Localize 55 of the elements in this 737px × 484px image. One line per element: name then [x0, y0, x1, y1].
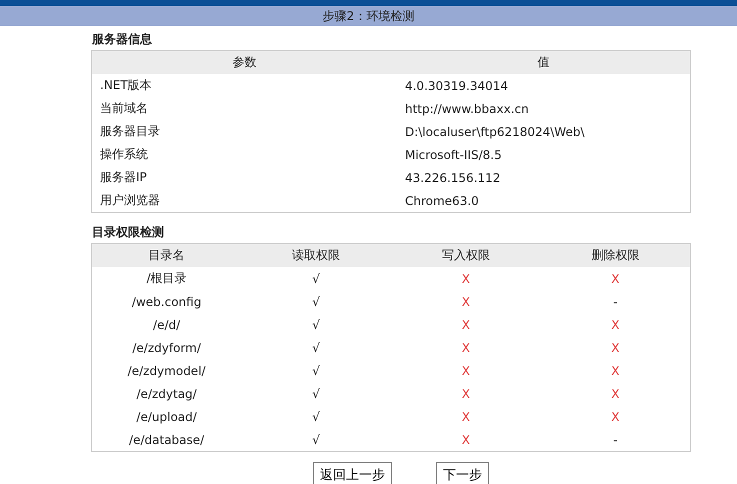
table-cell: 43.226.156.112: [396, 166, 690, 189]
check-mark: √: [312, 364, 320, 378]
table-cell: .NET版本: [92, 74, 397, 97]
table-cell: /e/zdymodel/: [92, 359, 242, 382]
cross-mark: X: [462, 432, 470, 446]
table-cell: /web.config: [92, 290, 242, 313]
table-cell: 当前域名: [92, 97, 397, 120]
table-cell: /e/zdytag/: [92, 382, 242, 405]
cross-mark: X: [611, 386, 620, 400]
table-cell: /e/database/: [92, 428, 242, 452]
dash-mark: -: [613, 294, 618, 308]
table-cell: 服务器目录: [92, 120, 397, 143]
cross-mark: X: [611, 272, 620, 286]
section-title: 目录权限检测: [91, 224, 165, 241]
table-cell: /e/zdyform/: [92, 336, 242, 359]
table-cell: /根目录: [92, 267, 242, 290]
section-title: 服务器信息: [91, 31, 153, 48]
cross-mark: X: [462, 318, 470, 332]
check-mark: √: [312, 410, 320, 424]
dash-mark: -: [613, 432, 618, 446]
column-header: 写入权限: [391, 244, 541, 267]
table-cell: 用户浏览器: [92, 189, 397, 212]
cross-mark: X: [462, 410, 470, 424]
check-mark: √: [312, 386, 320, 400]
cross-mark: X: [611, 340, 620, 354]
back-button[interactable]: 返回上一步: [313, 462, 392, 484]
table-cell: http://www.bbaxx.cn: [396, 97, 690, 120]
step-title: 步骤2：环境检测: [322, 8, 414, 24]
check-mark: √: [312, 340, 320, 354]
cross-mark: X: [611, 364, 620, 378]
column-header: 读取权限: [241, 244, 391, 267]
table-cell: /e/upload/: [92, 405, 242, 428]
check-mark: √: [312, 294, 320, 308]
next-button[interactable]: 下一步: [436, 462, 489, 484]
table-cell: Microsoft-IIS/8.5: [396, 143, 690, 166]
cross-mark: X: [462, 294, 470, 308]
column-header: 目录名: [92, 244, 242, 267]
cross-mark: X: [462, 272, 470, 286]
table-cell: 操作系统: [92, 143, 397, 166]
table-cell: /e/d/: [92, 313, 242, 336]
cross-mark: X: [611, 318, 620, 332]
cross-mark: X: [462, 340, 470, 354]
table-cell: 服务器IP: [92, 166, 397, 189]
column-header: 参数: [92, 50, 397, 74]
cross-mark: X: [462, 386, 470, 400]
check-mark: √: [312, 432, 320, 446]
table-cell: 4.0.30319.34014: [396, 74, 690, 97]
check-mark: √: [312, 272, 320, 286]
table-cell: Chrome63.0: [396, 189, 690, 212]
cross-mark: X: [611, 410, 620, 424]
check-mark: √: [312, 318, 320, 332]
cross-mark: X: [462, 364, 470, 378]
column-header: 删除权限: [540, 244, 690, 267]
table-cell: D:\localuser\ftp6218024\Web\: [396, 120, 690, 143]
column-header: 值: [396, 50, 690, 74]
